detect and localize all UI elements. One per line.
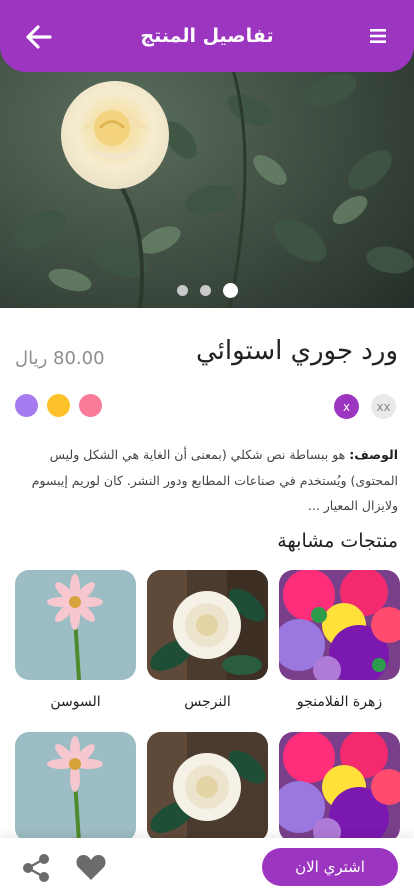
page-title: تفاصيل المنتج	[140, 25, 274, 47]
buy-now-button[interactable]: اشتري الان	[262, 848, 398, 886]
description-text: هو ببساطة نص شكلي (بمعنى أن الغاية هي ال…	[31, 447, 398, 513]
arrow-left-icon	[26, 25, 52, 49]
color-options	[15, 394, 102, 417]
color-swatch-yellow[interactable]	[47, 394, 70, 417]
hamburger-menu-icon	[370, 29, 386, 43]
product-price: 80.00 ريال	[15, 348, 105, 369]
product-info: ورد جوري استوائي 80.00 ريال xx x الوصف: …	[0, 308, 414, 842]
back-button[interactable]	[24, 22, 54, 52]
menu-button[interactable]	[370, 28, 386, 43]
heart-icon	[76, 855, 106, 880]
product-name: ورد جوري استوائي	[195, 336, 398, 366]
app-header: تفاصيل المنتج	[0, 0, 414, 72]
product-thumbnail	[147, 570, 268, 680]
product-thumbnail	[15, 570, 136, 680]
carousel-dot-active[interactable]	[222, 283, 238, 298]
size-option-xx[interactable]: xx	[371, 394, 396, 419]
color-swatch-pink[interactable]	[79, 394, 102, 417]
product-description: الوصف: هو ببساطة نص شكلي (بمعنى أن الغاي…	[14, 442, 398, 519]
similar-product-name: زهرة الفلامنجو	[296, 694, 383, 710]
similar-product-card[interactable]: السوسن	[15, 570, 136, 710]
share-button[interactable]	[20, 852, 52, 884]
product-thumbnail	[15, 732, 136, 842]
product-thumbnail	[279, 570, 400, 680]
favorite-button[interactable]	[75, 852, 107, 882]
similar-product-card[interactable]: النرجس	[147, 570, 268, 710]
size-option-x[interactable]: x	[334, 394, 359, 419]
similar-products-title: منتجات مشابهة	[277, 530, 398, 552]
product-thumbnail	[279, 732, 400, 842]
color-swatch-purple[interactable]	[15, 394, 38, 417]
carousel-dots[interactable]	[0, 283, 414, 298]
description-label: الوصف:	[349, 447, 398, 462]
similar-product-name: السوسن	[50, 694, 101, 710]
product-thumbnail	[147, 732, 268, 842]
bottom-action-bar: اشتري الان	[0, 838, 414, 896]
carousel-dot[interactable]	[199, 285, 211, 296]
share-icon	[23, 854, 49, 882]
size-options: xx x	[334, 394, 396, 419]
similar-product-name: النرجس	[184, 694, 231, 710]
similar-product-card[interactable]: زهرة الفلامنجو	[279, 570, 400, 710]
carousel-dot[interactable]	[176, 285, 188, 296]
